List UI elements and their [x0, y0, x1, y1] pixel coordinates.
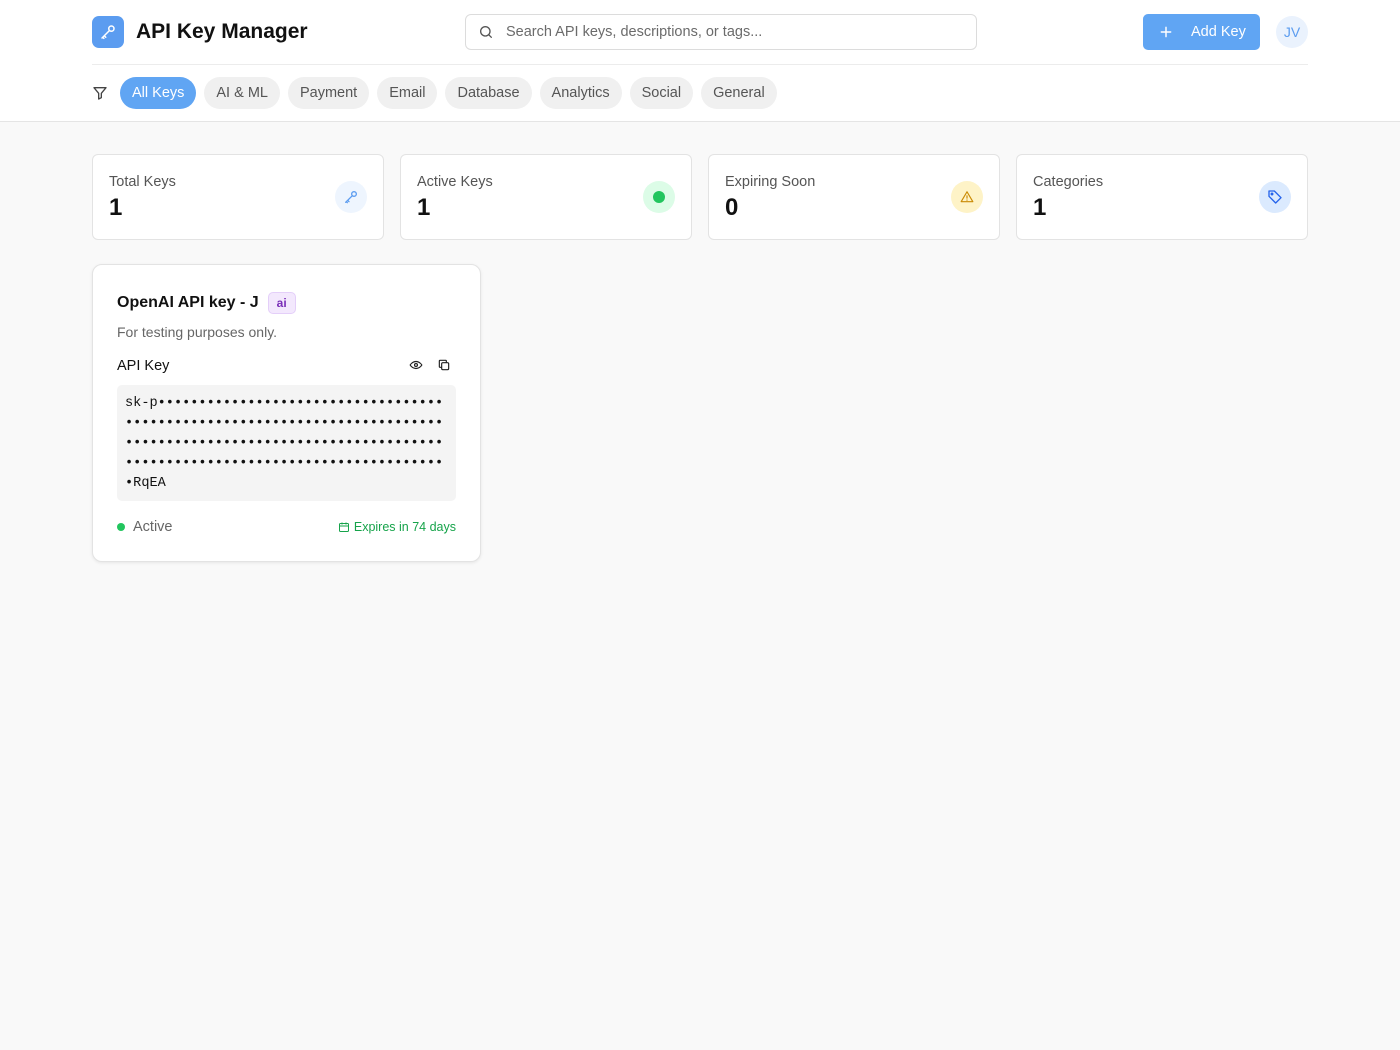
filter-icon — [92, 85, 108, 101]
stat-card-categories: Categories 1 — [1016, 154, 1308, 240]
app-header: API Key Manager Add Key JV — [0, 0, 1400, 122]
add-key-button[interactable]: Add Key — [1143, 14, 1260, 50]
key-description: For testing purposes only. — [117, 324, 278, 340]
tag-icon — [1259, 181, 1291, 213]
app-title: API Key Manager — [136, 20, 308, 43]
user-avatar[interactable]: JV — [1276, 16, 1308, 48]
stat-card-active-keys: Active Keys 1 — [400, 154, 692, 240]
stat-label: Expiring Soon — [725, 174, 816, 190]
expiry-info: Expires in 74 days — [338, 520, 456, 534]
stat-card-total-keys: Total Keys 1 — [92, 154, 384, 240]
warning-icon — [951, 181, 983, 213]
filter-chip-database[interactable]: Database — [445, 77, 532, 109]
key-status: Active — [117, 519, 173, 535]
key-tag-badge: ai — [267, 292, 296, 314]
stat-card-expiring-soon: Expiring Soon 0 — [708, 154, 1000, 240]
add-key-label: Add Key — [1191, 24, 1246, 40]
search-icon — [478, 24, 494, 40]
masked-key-value: sk-p••••••••••••••••••••••••••••••••••••… — [117, 385, 456, 501]
stat-label: Categories — [1033, 174, 1104, 190]
filter-chip-all-keys[interactable]: All Keys — [120, 77, 197, 109]
stat-label: Total Keys — [109, 174, 176, 190]
stat-value: 0 — [725, 194, 739, 221]
key-icon — [335, 181, 367, 213]
filter-chip-ai-ml[interactable]: AI & ML — [204, 77, 280, 109]
main-content: Total Keys 1 Active Keys 1 Expiring Soon… — [92, 154, 1308, 562]
top-bar: API Key Manager Add Key JV — [92, 0, 1308, 65]
eye-icon[interactable] — [409, 358, 423, 372]
stat-value: 1 — [1033, 194, 1047, 221]
calendar-icon — [338, 521, 350, 533]
filter-chip-analytics[interactable]: Analytics — [539, 77, 622, 109]
stat-value: 1 — [417, 194, 431, 221]
copy-icon[interactable] — [437, 358, 451, 372]
api-key-label: API Key — [117, 358, 170, 374]
filter-chip-payment[interactable]: Payment — [287, 77, 370, 109]
category-filter-bar: All Keys AI & ML Payment Email Database … — [92, 65, 1308, 121]
active-dot-icon — [643, 181, 675, 213]
expiry-text: Expires in 74 days — [353, 520, 456, 534]
filter-chip-general[interactable]: General — [701, 77, 777, 109]
status-dot-icon — [117, 523, 125, 531]
stat-value: 1 — [109, 194, 123, 221]
card-header: OpenAI API key - J ai — [117, 292, 296, 314]
status-text: Active — [133, 519, 173, 535]
stat-label: Active Keys — [417, 174, 493, 190]
api-key-card[interactable]: OpenAI API key - J ai For testing purpos… — [92, 264, 481, 562]
search-input[interactable] — [506, 24, 946, 40]
filter-chip-social[interactable]: Social — [629, 77, 694, 109]
key-logo-icon — [92, 16, 124, 48]
search-bar[interactable] — [465, 14, 977, 50]
filter-chip-email[interactable]: Email — [377, 77, 438, 109]
stats-row: Total Keys 1 Active Keys 1 Expiring Soon… — [92, 154, 1308, 240]
plus-icon — [1159, 25, 1173, 39]
key-name: OpenAI API key - J — [117, 294, 259, 311]
